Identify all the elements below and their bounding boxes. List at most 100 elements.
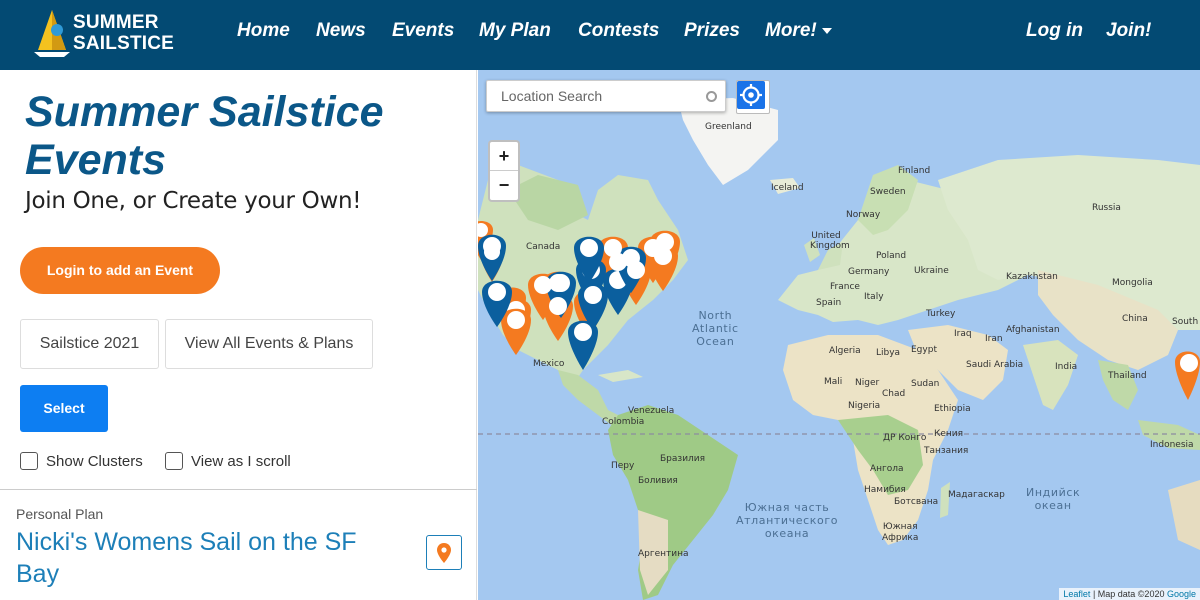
view-as-scroll-option: View as I scroll — [165, 452, 291, 470]
view-as-scroll-label: View as I scroll — [191, 452, 291, 470]
show-on-map-button[interactable] — [426, 535, 462, 570]
label-south-atlantic: Южная часть Атлантического океана — [736, 501, 838, 540]
nav-more[interactable]: More! — [765, 20, 832, 42]
select-button[interactable]: Select — [20, 385, 108, 432]
label-italy: Italy — [864, 292, 884, 302]
label-bolivia: Боливия — [638, 476, 678, 486]
show-clusters-checkbox[interactable] — [20, 452, 38, 470]
label-angola: Ангола — [870, 464, 904, 474]
label-sudan: Sudan — [911, 379, 940, 389]
join-link[interactable]: Join! — [1106, 20, 1151, 42]
view-all-events-button[interactable]: View All Events & Plans — [165, 319, 373, 369]
label-greenland: Greenland — [705, 122, 752, 132]
label-libya: Libya — [876, 348, 901, 358]
label-finland: Finland — [898, 166, 931, 176]
events-panel: Summer Sailstice Events Join One, or Cre… — [0, 70, 477, 600]
map-tiles — [478, 98, 1200, 600]
location-search-placeholder: Location Search — [501, 88, 603, 104]
caret-down-icon — [821, 27, 832, 34]
label-ethiopia: Ethiopia — [934, 404, 971, 414]
events-map[interactable]: Greenland Iceland Finland Sweden Norway … — [478, 70, 1200, 600]
label-north-atlantic-1: North — [698, 309, 733, 322]
label-turkey: Turkey — [926, 309, 956, 319]
label-afghanistan: Afghanistan — [1006, 325, 1060, 335]
label-saudi-arabia: Saudi Arabia — [966, 360, 1024, 370]
label-uk: United Kingdom — [810, 231, 850, 251]
label-madagascar: Мадагаскар — [948, 490, 1005, 500]
login-link[interactable]: Log in — [1026, 20, 1083, 42]
label-iran: Iran — [985, 334, 1003, 344]
label-indian-ocean: Индийск океан — [1026, 486, 1080, 512]
label-colombia: Colombia — [602, 417, 645, 427]
label-niger: Niger — [855, 378, 880, 388]
nav-more-label: More! — [765, 20, 817, 41]
nav-events[interactable]: Events — [392, 20, 454, 42]
label-mali: Mali — [824, 377, 843, 387]
label-sweden: Sweden — [870, 187, 906, 197]
map-pin-icon — [437, 542, 451, 563]
label-spain: Spain — [816, 298, 842, 308]
label-iceland: Iceland — [771, 183, 804, 193]
zoom-in-button[interactable]: + — [490, 142, 518, 171]
label-ukraine: Ukraine — [914, 266, 949, 276]
label-thailand: Thailand — [1108, 371, 1147, 381]
label-kenya: Кения — [934, 429, 964, 439]
google-link[interactable]: Google — [1167, 589, 1196, 599]
logo[interactable]: SUMMER SAILSTICE — [30, 8, 190, 60]
locate-me-button[interactable] — [736, 80, 770, 114]
page-subtitle: Join One, or Create your Own! — [25, 188, 362, 214]
label-kazakhstan: Kazakhstan — [1006, 272, 1058, 282]
label-nigeria: Nigeria — [848, 401, 881, 411]
nav-my-plan[interactable]: My Plan — [479, 20, 551, 42]
label-tanzania: Танзания — [924, 446, 969, 456]
show-clusters-option: Show Clusters — [20, 452, 143, 470]
label-russia: Russia — [1092, 203, 1121, 213]
label-egypt: Egypt — [911, 345, 937, 355]
label-venezuela: Venezuela — [628, 406, 675, 416]
label-germany: Germany — [848, 267, 890, 277]
location-search-input[interactable]: Location Search — [486, 80, 726, 112]
plan-title-link[interactable]: Nicki's Womens Sail on the SF Bay — [16, 526, 396, 590]
label-brazil: Бразилия — [660, 454, 706, 464]
logo-line1: SUMMER — [73, 12, 159, 33]
label-norway: Norway — [846, 210, 881, 220]
label-mexico: Mexico — [533, 359, 565, 369]
label-namibia: Намибия — [864, 485, 906, 495]
label-south-atlantic-1: Южная часть — [744, 501, 830, 514]
label-north-atlantic-3: Ocean — [696, 335, 735, 348]
label-south-atlantic-2: Атлантического — [736, 514, 839, 527]
label-france: France — [830, 282, 860, 292]
label-poland: Poland — [876, 251, 907, 261]
logo-line2: SAILSTICE — [73, 33, 175, 54]
label-south-africa-2: Африка — [882, 533, 919, 543]
divider — [0, 489, 477, 490]
page-title: Summer Sailstice Events — [25, 88, 384, 184]
label-south-atlantic-3: океана — [764, 527, 810, 540]
attribution-text: | Map data ©2020 — [1090, 589, 1167, 599]
nav-contests[interactable]: Contests — [578, 20, 659, 42]
label-north-atlantic-2: Atlantic — [692, 322, 739, 335]
label-south-africa: Южная Африка — [882, 522, 918, 544]
label-north-atlantic: North Atlantic Ocean — [692, 309, 739, 348]
crosshair-icon — [737, 81, 765, 109]
label-indian-ocean-1: Индийск — [1026, 486, 1081, 499]
nav-prizes[interactable]: Prizes — [684, 20, 740, 42]
sailboat-logo-icon — [34, 10, 70, 57]
label-iraq: Iraq — [954, 329, 972, 339]
site-header: SUMMER SAILSTICE Home News Events My Pla… — [0, 0, 1200, 70]
view-as-scroll-checkbox[interactable] — [165, 452, 183, 470]
search-icon — [706, 91, 717, 102]
zoom-out-button[interactable]: − — [490, 171, 518, 200]
leaflet-link[interactable]: Leaflet — [1063, 589, 1090, 599]
login-add-event-button[interactable]: Login to add an Event — [20, 247, 220, 294]
label-mongolia: Mongolia — [1112, 278, 1153, 288]
nav-home[interactable]: Home — [237, 20, 290, 42]
label-botswana: Ботсвана — [894, 497, 939, 507]
sailstice-2021-button[interactable]: Sailstice 2021 — [20, 319, 159, 369]
label-south-africa-1: Южная — [882, 522, 918, 532]
label-drc: ДР Конго — [883, 433, 927, 443]
zoom-control: + − — [488, 140, 520, 202]
nav-news[interactable]: News — [316, 20, 366, 42]
label-argentina: Аргентина — [638, 549, 689, 559]
label-india: India — [1055, 362, 1078, 372]
